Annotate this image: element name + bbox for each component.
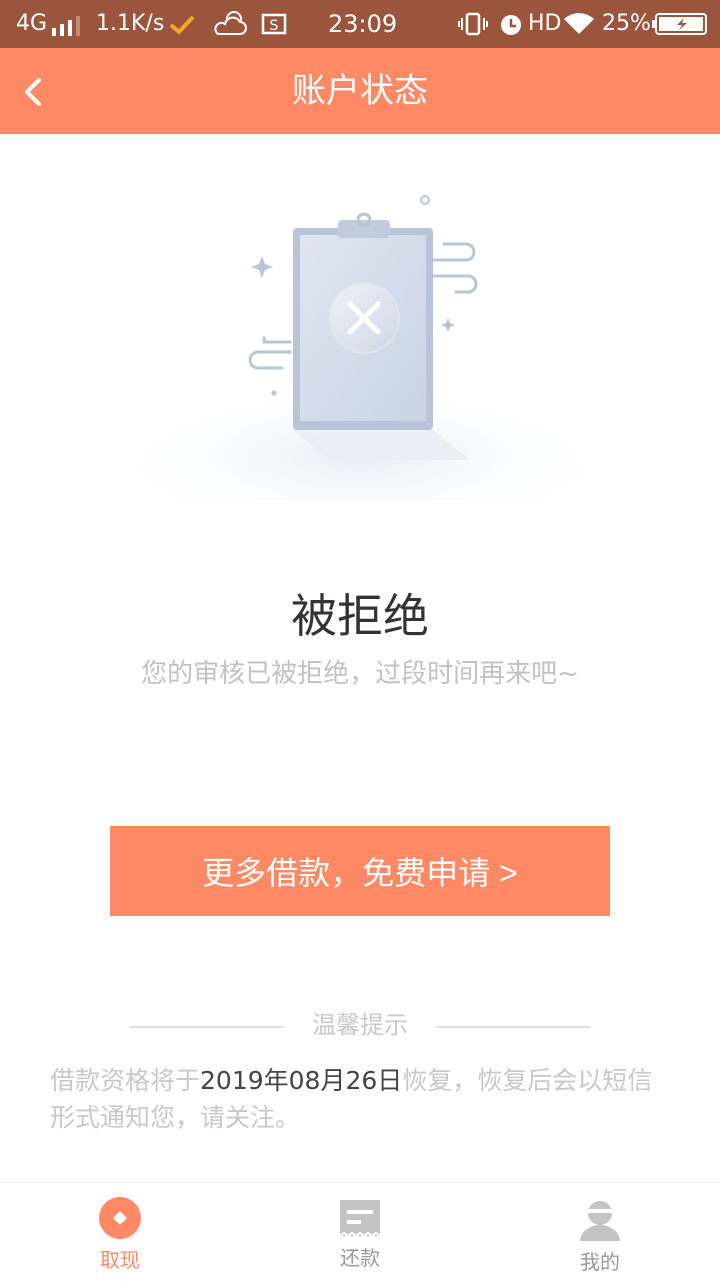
repay-icon — [339, 1200, 381, 1237]
battery-icon — [652, 13, 707, 35]
signal-icon — [52, 16, 80, 36]
wifi-icon — [564, 13, 594, 34]
tab-withdraw-label: 取现 — [100, 1248, 140, 1272]
screenshot-icon: S — [261, 13, 287, 35]
status-bar: 4G 1.1K/s S 23:09 HD 25% — [0, 0, 720, 48]
tab-mine[interactable]: 我的 — [480, 1183, 720, 1281]
status-subtitle: 您的审核已被拒绝，过段时间再来吧~ — [141, 659, 579, 689]
page-title: 账户状态 — [292, 71, 428, 111]
alarm-icon — [501, 15, 521, 35]
svg-text:S: S — [270, 18, 279, 34]
app-header: 账户状态 — [0, 48, 720, 134]
bottom-tab-bar: 取现 还款 我的 — [0, 1182, 720, 1281]
profile-icon — [580, 1201, 620, 1241]
tab-repay[interactable]: 还款 — [240, 1183, 480, 1281]
tips-title: 温馨提示 — [312, 1011, 408, 1039]
network-speed: 1.1K/s — [96, 11, 165, 36]
clock: 23:09 — [328, 10, 398, 38]
tab-repay-label: 还款 — [340, 1246, 380, 1270]
tips-text: 借款资格将于2019年08月26日恢复，恢复后会以短信形式通知您，请关注。 — [50, 1062, 670, 1136]
hd-indicator: HD — [528, 11, 562, 36]
status-title: 被拒绝 — [291, 589, 429, 643]
tab-withdraw[interactable]: 取现 — [0, 1183, 240, 1281]
battery-percent: 25% — [602, 11, 651, 36]
rejected-clipboard-illustration — [140, 195, 580, 500]
network-type: 4G — [16, 11, 48, 36]
tab-mine-label: 我的 — [580, 1250, 620, 1274]
tips-text-before: 借款资格将于 — [50, 1066, 201, 1095]
weather-icon — [214, 11, 247, 35]
vibrate-icon — [458, 12, 488, 36]
apply-more-loans-button[interactable]: 更多借款，免费申请 > — [110, 826, 610, 916]
withdraw-icon — [99, 1197, 141, 1239]
check-icon — [169, 15, 195, 35]
tips-restore-date: 2019年08月26日 — [200, 1066, 403, 1095]
